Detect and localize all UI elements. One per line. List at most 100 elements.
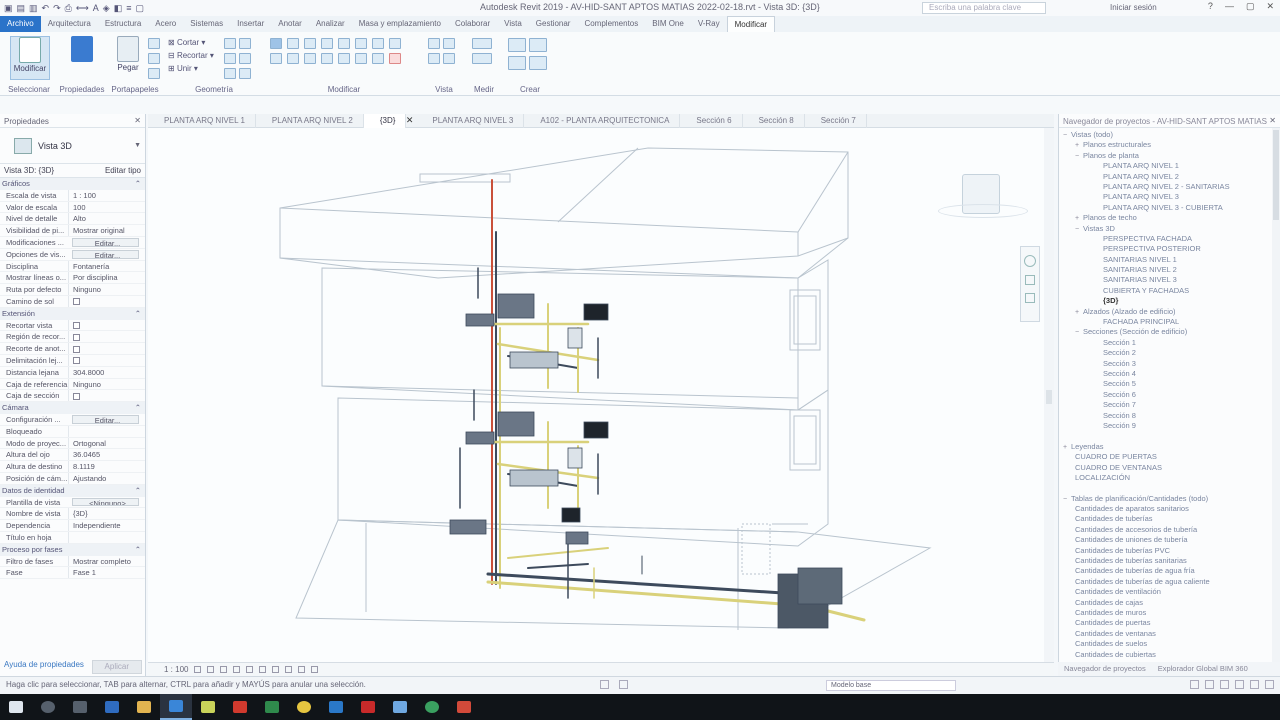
browser-item[interactable]: Cantidades de suelos bbox=[1063, 639, 1280, 649]
open-icon[interactable]: ▤ bbox=[17, 3, 26, 14]
pan-icon[interactable] bbox=[1025, 293, 1035, 303]
match-type-icon[interactable] bbox=[148, 68, 160, 79]
browser-item[interactable] bbox=[1063, 483, 1280, 493]
tab-addins[interactable]: Complementos bbox=[577, 16, 645, 32]
browser-item[interactable]: + Alzados (Alzado de edificio) bbox=[1063, 307, 1280, 317]
save-icon[interactable]: ▥ bbox=[29, 3, 38, 14]
taskbar-app-vray[interactable] bbox=[416, 694, 448, 720]
browser-item[interactable]: Sección 8 bbox=[1063, 411, 1280, 421]
select-by-face-icon[interactable] bbox=[1235, 680, 1244, 689]
browser-item[interactable]: PLANTA ARQ NIVEL 1 bbox=[1063, 161, 1280, 171]
property-value[interactable]: Ninguno bbox=[68, 378, 145, 390]
tab-structure[interactable]: Estructura bbox=[98, 16, 148, 32]
show-crop-icon[interactable] bbox=[272, 666, 280, 673]
property-category-label[interactable]: Gráficos bbox=[2, 178, 30, 190]
lock-view-icon[interactable] bbox=[285, 666, 293, 673]
taskbar-app-outlook[interactable] bbox=[320, 694, 352, 720]
browser-item[interactable]: Cantidades de uniones de tubería bbox=[1063, 535, 1280, 545]
close-windows-icon[interactable]: ▢ bbox=[135, 3, 144, 14]
browser-item[interactable]: Cantidades de muros bbox=[1063, 608, 1280, 618]
browser-item[interactable]: PLANTA ARQ NIVEL 3 - CUBIERTA bbox=[1063, 203, 1280, 213]
property-value[interactable]: Por disciplina bbox=[68, 272, 145, 284]
property-value[interactable] bbox=[68, 295, 145, 307]
view-tab-seccion-7[interactable]: Sección 7 bbox=[805, 114, 867, 128]
expand-icon[interactable]: + bbox=[1075, 308, 1083, 318]
app-menu-icon[interactable]: ▣ bbox=[4, 3, 13, 14]
edit-type-button[interactable]: Editar tipo bbox=[105, 166, 141, 175]
3d-viewport[interactable] bbox=[148, 128, 1054, 662]
tab-file[interactable]: Archivo bbox=[0, 16, 41, 32]
browser-item[interactable]: SANITARIAS NIVEL 2 bbox=[1063, 265, 1280, 275]
browser-item[interactable]: Sección 6 bbox=[1063, 390, 1280, 400]
split-gap-icon[interactable] bbox=[355, 38, 367, 49]
taskbar-app-files[interactable] bbox=[384, 694, 416, 720]
geometry-tool-icon-4[interactable] bbox=[239, 53, 251, 64]
property-checkbox[interactable] bbox=[73, 357, 80, 365]
browser-item[interactable]: Sección 3 bbox=[1063, 359, 1280, 369]
close-icon[interactable]: ✕ bbox=[1266, 1, 1274, 12]
mirror-axis-icon[interactable] bbox=[304, 38, 316, 49]
property-value[interactable]: Ajustando bbox=[68, 472, 145, 484]
viewport-scrollbar[interactable] bbox=[1044, 128, 1054, 662]
override-graphics-icon[interactable] bbox=[428, 38, 440, 49]
collapse-icon[interactable]: ⌃ bbox=[135, 402, 141, 414]
browser-item[interactable] bbox=[1063, 431, 1280, 441]
taskbar-app-other[interactable] bbox=[448, 694, 480, 720]
property-checkbox[interactable] bbox=[73, 333, 80, 341]
browser-item[interactable]: Sección 9 bbox=[1063, 421, 1280, 431]
view-tab-seccion-8[interactable]: Sección 8 bbox=[743, 114, 805, 128]
browser-item[interactable]: PLANTA ARQ NIVEL 2 - SANITARIAS bbox=[1063, 182, 1280, 192]
offset-icon[interactable] bbox=[287, 38, 299, 49]
move-icon[interactable] bbox=[270, 53, 282, 64]
property-value[interactable]: Ortogonal bbox=[68, 437, 145, 449]
sun-path-icon[interactable] bbox=[220, 666, 228, 673]
expand-icon[interactable]: + bbox=[1075, 214, 1083, 224]
property-value[interactable]: 304.8000 bbox=[68, 366, 145, 378]
browser-item[interactable]: + Planos de techo bbox=[1063, 213, 1280, 223]
property-value[interactable]: Independiente bbox=[68, 520, 145, 531]
collapse-icon[interactable]: − bbox=[1075, 328, 1083, 338]
close-browser-icon[interactable]: ✕ bbox=[1269, 116, 1276, 125]
browser-item[interactable]: Cantidades de tuberías de agua caliente bbox=[1063, 577, 1280, 587]
zoom-icon[interactable] bbox=[1025, 275, 1035, 285]
shadows-icon[interactable] bbox=[233, 666, 241, 673]
view-tab-seccion-6[interactable]: Sección 6 bbox=[680, 114, 743, 128]
viewcube-compass[interactable] bbox=[938, 204, 1028, 218]
browser-item[interactable]: FACHADA PRINCIPAL bbox=[1063, 317, 1280, 327]
property-category-label[interactable]: Datos de identidad bbox=[2, 485, 65, 497]
design-option-icon[interactable] bbox=[619, 680, 628, 689]
property-edit-button[interactable]: Editar... bbox=[72, 237, 139, 247]
browser-item[interactable]: Cantidades de tuberías PVC bbox=[1063, 546, 1280, 556]
collapse-icon[interactable]: ⌃ bbox=[135, 178, 141, 190]
tab-view[interactable]: Vista bbox=[497, 16, 529, 32]
tab-bim360-browser[interactable]: Explorador Global BIM 360 bbox=[1152, 662, 1254, 676]
taskbar-app-pdf[interactable] bbox=[224, 694, 256, 720]
workset-icon[interactable] bbox=[600, 680, 609, 689]
tab-vray[interactable]: V-Ray bbox=[691, 16, 727, 32]
browser-item[interactable]: SANITARIAS NIVEL 3 bbox=[1063, 275, 1280, 285]
properties-help-link[interactable]: Ayuda de propiedades bbox=[4, 660, 84, 674]
trim-single-icon[interactable] bbox=[372, 53, 384, 64]
select-underlay-icon[interactable] bbox=[1205, 680, 1214, 689]
collapse-icon[interactable]: ⌃ bbox=[135, 485, 141, 497]
property-value[interactable]: 1 : 100 bbox=[68, 189, 145, 201]
property-value[interactable]: 8.1119 bbox=[68, 461, 145, 472]
property-edit-button[interactable]: Editar... bbox=[72, 414, 139, 424]
chevron-down-icon[interactable]: ▼ bbox=[134, 142, 141, 149]
collapse-icon[interactable]: − bbox=[1063, 131, 1071, 141]
browser-item[interactable]: + Leyendas bbox=[1063, 442, 1280, 452]
property-checkbox[interactable] bbox=[73, 322, 80, 330]
taskbar-app-autocad[interactable] bbox=[192, 694, 224, 720]
hide-icon[interactable] bbox=[443, 38, 455, 49]
drag-elements-icon[interactable] bbox=[1250, 680, 1259, 689]
measure-between-icon[interactable] bbox=[472, 38, 492, 49]
instance-selector[interactable]: Vista 3D: {3D} bbox=[4, 166, 54, 175]
unpin-icon[interactable] bbox=[389, 38, 401, 49]
browser-item[interactable]: PLANTA ARQ NIVEL 2 bbox=[1063, 172, 1280, 182]
select-links-icon[interactable] bbox=[1190, 680, 1199, 689]
paste-button[interactable]: Pegar bbox=[108, 36, 148, 80]
redo-icon[interactable]: ↷ bbox=[53, 3, 61, 14]
collapse-icon[interactable]: − bbox=[1075, 225, 1083, 235]
property-value[interactable] bbox=[68, 390, 145, 402]
view-tab-3d[interactable]: {3D} ✕ bbox=[363, 114, 413, 128]
